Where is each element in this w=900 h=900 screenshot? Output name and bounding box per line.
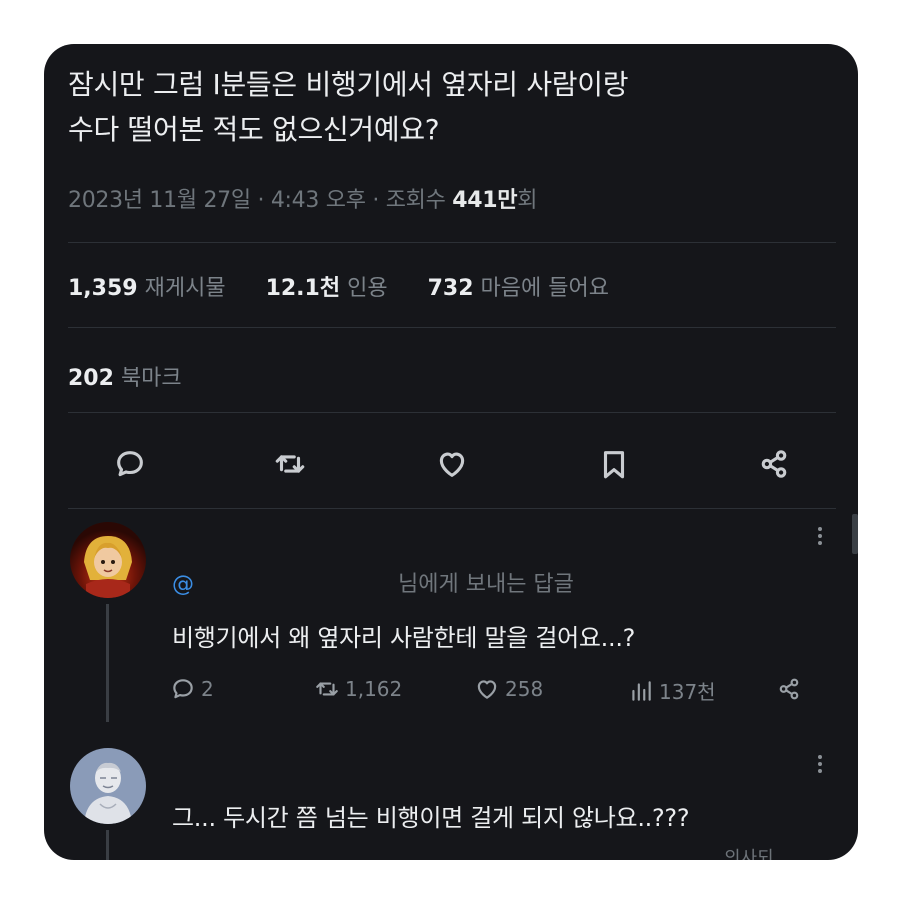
more-options-button[interactable] [816,524,824,548]
tweet-text: 잠시만 그럼 I분들은 비행기에서 옆자리 사람이랑 수다 떨어본 적도 없으신… [68,62,828,152]
reply-like-count: 258 [505,677,544,701]
reply-to-label: 님에게 보내는 답글 [398,572,574,597]
bookmark-count[interactable]: 202 [68,366,114,391]
reply-share-button[interactable] [776,676,807,702]
share-icon [761,450,787,478]
thread-line [106,830,109,860]
reply-retweet-count: 1,162 [345,677,403,701]
divider [68,412,836,413]
reply-like-button[interactable]: 258 [474,676,543,702]
avatar-image-icon [70,522,146,598]
reply-count: 2 [201,677,214,701]
reply-to-line: @ 님에게 보내는 답글 [172,566,574,598]
avatar-image-icon [70,748,146,824]
reply-button[interactable] [108,442,152,486]
reply-view-count: 137천 [659,680,716,704]
retweet-count[interactable]: 1,359 [68,276,138,301]
divider [68,327,836,328]
bookmark-stats: 202 북마크 [68,360,182,392]
retweet-button[interactable] [268,442,312,486]
view-count: 441만 [452,188,518,213]
tweet-text-line-1: 잠시만 그럼 I분들은 비행기에서 옆자리 사람이랑 [68,68,629,101]
reply-icon [117,451,143,477]
divider [68,508,836,509]
tweet-meta: 2023년 11월 27일 · 4:43 오후 · 조회수 441만회 [68,182,537,214]
quote-label[interactable]: 인용 [347,276,387,301]
tweet-card: 잠시만 그럼 I분들은 비행기에서 옆자리 사람이랑 수다 떨어본 적도 없으신… [44,44,858,860]
reply-text: 비행기에서 왜 옆자리 사람한테 말을 걸어요...? [172,624,636,652]
reply-reply-button[interactable]: 2 [170,676,214,702]
retweet-icon [275,455,305,473]
retweet-label[interactable]: 재게시물 [145,276,226,301]
divider [68,242,836,243]
reply-icon [173,679,193,699]
share-button[interactable] [752,442,796,486]
retweet-icon [316,682,338,696]
cut-off-label: 의사되 [724,848,774,860]
like-button[interactable] [430,442,474,486]
reply-text: 그... 두시간 쯤 넘는 비행이면 걸게 되지 않나요..??? [172,804,690,832]
avatar[interactable] [70,522,146,598]
views-icon [632,680,651,701]
reply-retweet-button[interactable]: 1,162 [314,676,402,702]
like-label[interactable]: 마음에 들어요 [481,276,609,301]
view-count-suffix: 회 [517,188,538,213]
scrollbar-thumb[interactable] [852,514,858,554]
tweet-timestamp: 2023년 11월 27일 · 4:43 오후 · 조회수 [68,188,453,213]
thread-line [106,604,109,722]
engagement-stats: 1,359 재게시물 12.1천 인용 732 마음에 들어요 [68,270,609,302]
reply-views-button[interactable]: 137천 [628,676,716,705]
share-icon [779,678,799,700]
heart-icon [477,680,497,699]
reply-handle[interactable]: @ [172,572,194,597]
bookmark-label[interactable]: 북마크 [121,366,182,391]
tweet-text-line-2: 수다 떨어본 적도 없으신거예요? [68,113,440,146]
like-count[interactable]: 732 [428,276,474,301]
heart-icon [439,452,465,477]
bookmark-icon [603,451,625,479]
quote-count[interactable]: 12.1천 [266,276,341,301]
avatar[interactable] [70,748,146,824]
bookmark-button[interactable] [592,442,636,486]
more-options-button[interactable] [816,752,824,776]
